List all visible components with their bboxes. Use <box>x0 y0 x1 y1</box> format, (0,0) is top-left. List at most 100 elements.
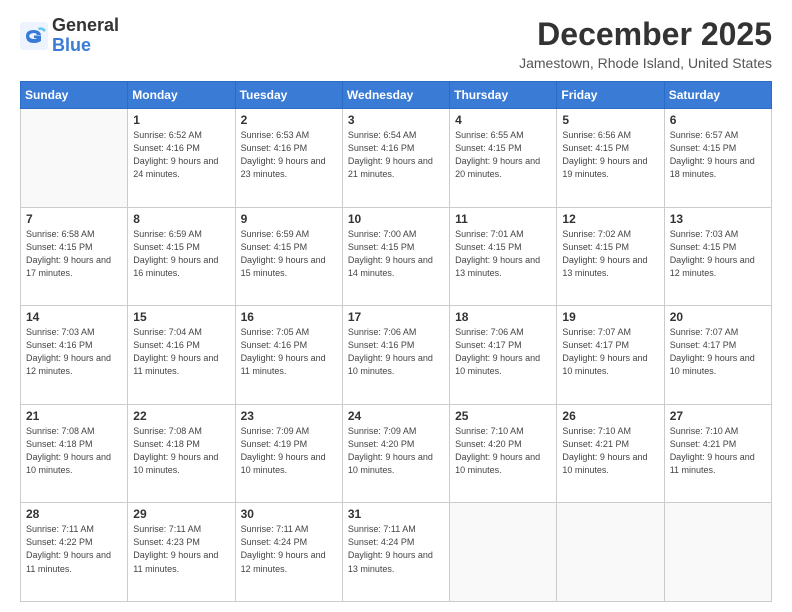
table-row: 8 Sunrise: 6:59 AMSunset: 4:15 PMDaylight… <box>128 207 235 306</box>
table-row: 16 Sunrise: 7:05 AMSunset: 4:16 PMDayligh… <box>235 306 342 405</box>
day-number: 22 <box>133 409 229 423</box>
day-number: 21 <box>26 409 122 423</box>
day-number: 29 <box>133 507 229 521</box>
day-info: Sunrise: 7:01 AMSunset: 4:15 PMDaylight:… <box>455 228 551 280</box>
col-tuesday: Tuesday <box>235 82 342 109</box>
col-thursday: Thursday <box>450 82 557 109</box>
day-info: Sunrise: 6:59 AMSunset: 4:15 PMDaylight:… <box>133 228 229 280</box>
table-row <box>557 503 664 602</box>
table-row: 15Sunrise: 7:04 AMSunset: 4:16 PMDayligh… <box>128 306 235 405</box>
table-row: 18 Sunrise: 7:06 AMSunset: 4:17 PMDayligh… <box>450 306 557 405</box>
day-info: Sunrise: 7:08 AMSunset: 4:18 PMDaylight:… <box>133 425 229 477</box>
table-row: 14 Sunrise: 7:03 AMSunset: 4:16 PMDayligh… <box>21 306 128 405</box>
day-number: 24 <box>348 409 444 423</box>
week-row: 1Sunrise: 6:52 AMSunset: 4:16 PMDaylight… <box>21 109 772 208</box>
day-number: 25 <box>455 409 551 423</box>
day-info: Sunrise: 7:00 AMSunset: 4:15 PMDaylight:… <box>348 228 444 280</box>
day-info: Sunrise: 7:09 AMSunset: 4:20 PMDaylight:… <box>348 425 444 477</box>
day-number: 26 <box>562 409 658 423</box>
table-row: 27 Sunrise: 7:10 AMSunset: 4:21 PMDayligh… <box>664 404 771 503</box>
table-row: 28Sunrise: 7:11 AMSunset: 4:22 PMDayligh… <box>21 503 128 602</box>
col-friday: Friday <box>557 82 664 109</box>
day-info: Sunrise: 7:11 AMSunset: 4:23 PMDaylight:… <box>133 523 229 575</box>
week-row: 7Sunrise: 6:58 AMSunset: 4:15 PMDaylight… <box>21 207 772 306</box>
day-number: 27 <box>670 409 766 423</box>
day-info: Sunrise: 7:10 AMSunset: 4:21 PMDaylight:… <box>670 425 766 477</box>
table-row <box>21 109 128 208</box>
title-block: December 2025 Jamestown, Rhode Island, U… <box>519 16 772 71</box>
day-info: Sunrise: 6:53 AMSunset: 4:16 PMDaylight:… <box>241 129 337 181</box>
table-row: 23 Sunrise: 7:09 AMSunset: 4:19 PMDayligh… <box>235 404 342 503</box>
day-number: 23 <box>241 409 337 423</box>
table-row: 4 Sunrise: 6:55 AMSunset: 4:15 PMDaylight… <box>450 109 557 208</box>
table-row: 1Sunrise: 6:52 AMSunset: 4:16 PMDaylight… <box>128 109 235 208</box>
week-row: 21 Sunrise: 7:08 AMSunset: 4:18 PMDayligh… <box>21 404 772 503</box>
day-number: 12 <box>562 212 658 226</box>
table-row: 31Sunrise: 7:11 AMSunset: 4:24 PMDayligh… <box>342 503 449 602</box>
day-info: Sunrise: 7:11 AMSunset: 4:24 PMDaylight:… <box>241 523 337 575</box>
table-row <box>450 503 557 602</box>
week-row: 14 Sunrise: 7:03 AMSunset: 4:16 PMDayligh… <box>21 306 772 405</box>
day-number: 30 <box>241 507 337 521</box>
day-info: Sunrise: 7:02 AMSunset: 4:15 PMDaylight:… <box>562 228 658 280</box>
day-number: 6 <box>670 113 766 127</box>
day-number: 3 <box>348 113 444 127</box>
day-info: Sunrise: 7:07 AMSunset: 4:17 PMDaylight:… <box>670 326 766 378</box>
day-info: Sunrise: 7:03 AMSunset: 4:16 PMDaylight:… <box>26 326 122 378</box>
day-number: 5 <box>562 113 658 127</box>
day-info: Sunrise: 7:07 AMSunset: 4:17 PMDaylight:… <box>562 326 658 378</box>
day-number: 18 <box>455 310 551 324</box>
logo-general: General <box>52 16 119 36</box>
header-row: Sunday Monday Tuesday Wednesday Thursday… <box>21 82 772 109</box>
table-row: 19 Sunrise: 7:07 AMSunset: 4:17 PMDayligh… <box>557 306 664 405</box>
table-row: 13 Sunrise: 7:03 AMSunset: 4:15 PMDayligh… <box>664 207 771 306</box>
table-row: 12 Sunrise: 7:02 AMSunset: 4:15 PMDayligh… <box>557 207 664 306</box>
day-info: Sunrise: 7:05 AMSunset: 4:16 PMDaylight:… <box>241 326 337 378</box>
day-number: 16 <box>241 310 337 324</box>
day-number: 9 <box>241 212 337 226</box>
location: Jamestown, Rhode Island, United States <box>519 55 772 71</box>
day-info: Sunrise: 6:55 AMSunset: 4:15 PMDaylight:… <box>455 129 551 181</box>
page: General Blue December 2025 Jamestown, Rh… <box>0 0 792 612</box>
day-number: 14 <box>26 310 122 324</box>
day-number: 19 <box>562 310 658 324</box>
day-number: 4 <box>455 113 551 127</box>
day-number: 10 <box>348 212 444 226</box>
table-row: 20Sunrise: 7:07 AMSunset: 4:17 PMDayligh… <box>664 306 771 405</box>
table-row <box>664 503 771 602</box>
day-info: Sunrise: 7:06 AMSunset: 4:16 PMDaylight:… <box>348 326 444 378</box>
day-info: Sunrise: 6:59 AMSunset: 4:15 PMDaylight:… <box>241 228 337 280</box>
table-row: 11Sunrise: 7:01 AMSunset: 4:15 PMDayligh… <box>450 207 557 306</box>
day-number: 1 <box>133 113 229 127</box>
day-number: 17 <box>348 310 444 324</box>
table-row: 17 Sunrise: 7:06 AMSunset: 4:16 PMDayligh… <box>342 306 449 405</box>
calendar-table: Sunday Monday Tuesday Wednesday Thursday… <box>20 81 772 602</box>
col-sunday: Sunday <box>21 82 128 109</box>
day-info: Sunrise: 7:03 AMSunset: 4:15 PMDaylight:… <box>670 228 766 280</box>
logo-icon <box>20 22 48 50</box>
day-number: 13 <box>670 212 766 226</box>
day-info: Sunrise: 7:10 AMSunset: 4:21 PMDaylight:… <box>562 425 658 477</box>
day-info: Sunrise: 7:09 AMSunset: 4:19 PMDaylight:… <box>241 425 337 477</box>
day-info: Sunrise: 7:10 AMSunset: 4:20 PMDaylight:… <box>455 425 551 477</box>
day-number: 31 <box>348 507 444 521</box>
day-info: Sunrise: 7:08 AMSunset: 4:18 PMDaylight:… <box>26 425 122 477</box>
month-title: December 2025 <box>519 16 772 53</box>
week-row: 28Sunrise: 7:11 AMSunset: 4:22 PMDayligh… <box>21 503 772 602</box>
day-number: 8 <box>133 212 229 226</box>
day-info: Sunrise: 6:56 AMSunset: 4:15 PMDaylight:… <box>562 129 658 181</box>
table-row: 3 Sunrise: 6:54 AMSunset: 4:16 PMDaylight… <box>342 109 449 208</box>
header: General Blue December 2025 Jamestown, Rh… <box>20 16 772 71</box>
table-row: 21 Sunrise: 7:08 AMSunset: 4:18 PMDayligh… <box>21 404 128 503</box>
col-wednesday: Wednesday <box>342 82 449 109</box>
day-info: Sunrise: 7:06 AMSunset: 4:17 PMDaylight:… <box>455 326 551 378</box>
table-row: 30 Sunrise: 7:11 AMSunset: 4:24 PMDayligh… <box>235 503 342 602</box>
table-row: 10 Sunrise: 7:00 AMSunset: 4:15 PMDayligh… <box>342 207 449 306</box>
day-info: Sunrise: 6:54 AMSunset: 4:16 PMDaylight:… <box>348 129 444 181</box>
table-row: 22 Sunrise: 7:08 AMSunset: 4:18 PMDayligh… <box>128 404 235 503</box>
day-info: Sunrise: 6:58 AMSunset: 4:15 PMDaylight:… <box>26 228 122 280</box>
day-number: 2 <box>241 113 337 127</box>
table-row: 29 Sunrise: 7:11 AMSunset: 4:23 PMDayligh… <box>128 503 235 602</box>
table-row: 9 Sunrise: 6:59 AMSunset: 4:15 PMDaylight… <box>235 207 342 306</box>
col-monday: Monday <box>128 82 235 109</box>
